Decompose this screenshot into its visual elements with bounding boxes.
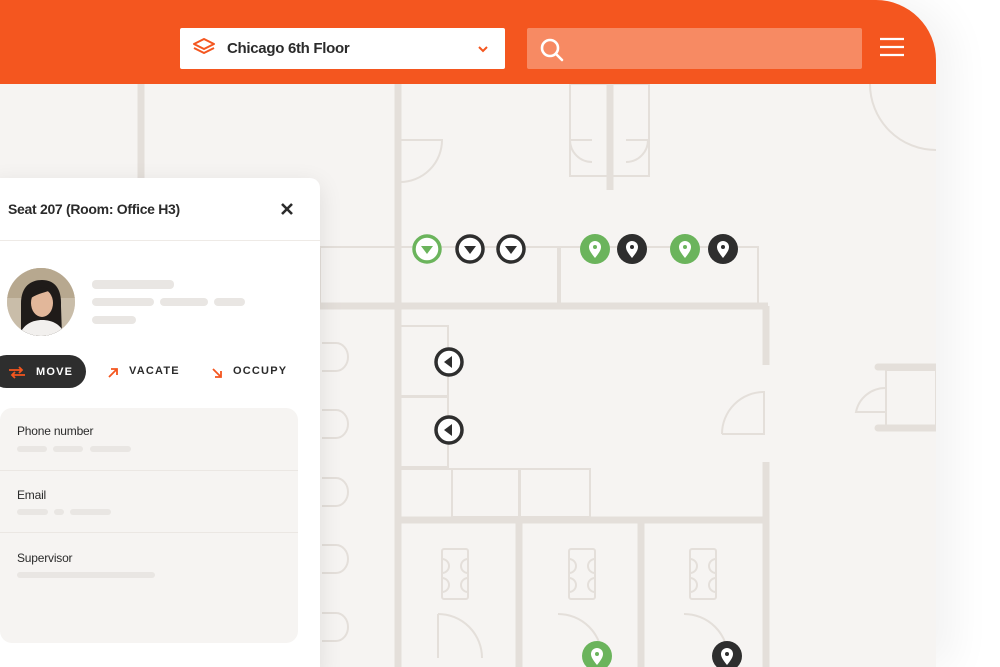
seat-marker-icon[interactable] bbox=[434, 347, 464, 377]
panel-divider bbox=[0, 240, 320, 241]
search-input[interactable] bbox=[527, 28, 862, 69]
detail-placeholder bbox=[160, 298, 208, 306]
field-divider bbox=[0, 470, 298, 471]
seat-marker-icon[interactable] bbox=[434, 415, 464, 445]
detail-placeholder bbox=[214, 298, 245, 306]
phone-number-label: Phone number bbox=[17, 424, 94, 438]
arrow-down-right-icon bbox=[211, 366, 223, 384]
floor-selector[interactable]: Chicago 6th Floor bbox=[180, 28, 505, 69]
phone-number-value bbox=[90, 446, 131, 452]
detail-placeholder bbox=[92, 316, 136, 324]
search-icon[interactable] bbox=[539, 37, 565, 68]
phone-number-value bbox=[17, 446, 47, 452]
seat-marker-icon[interactable] bbox=[670, 234, 700, 264]
contact-info-card: Phone number Email Supervisor bbox=[0, 408, 298, 643]
field-divider bbox=[0, 532, 298, 533]
phone-number-value bbox=[53, 446, 83, 452]
layers-icon bbox=[192, 37, 216, 64]
seat-marker-icon[interactable] bbox=[580, 234, 610, 264]
arrow-up-right-icon bbox=[107, 366, 119, 384]
email-label: Email bbox=[17, 488, 47, 502]
seat-marker-icon[interactable] bbox=[496, 234, 526, 264]
supervisor-value bbox=[17, 572, 155, 578]
hamburger-menu-icon[interactable] bbox=[879, 37, 905, 62]
swap-arrows-icon bbox=[7, 365, 27, 384]
move-button-label: MOVE bbox=[36, 366, 74, 378]
name-placeholder bbox=[92, 280, 174, 289]
seat-marker-icon[interactable] bbox=[582, 641, 612, 667]
seat-marker-icon[interactable] bbox=[617, 234, 647, 264]
move-button[interactable]: MOVE bbox=[0, 355, 86, 388]
occupy-button-label: OCCUPY bbox=[233, 365, 288, 377]
seat-marker-icon[interactable] bbox=[712, 641, 742, 667]
vacate-button[interactable]: VACATE bbox=[107, 365, 187, 381]
occupy-button[interactable]: OCCUPY bbox=[211, 365, 291, 381]
vacate-button-label: VACATE bbox=[129, 365, 180, 377]
supervisor-label: Supervisor bbox=[17, 551, 73, 565]
device-frame: Chicago 6th Floor Seat 207 (Room: Office… bbox=[0, 0, 936, 667]
detail-placeholder bbox=[92, 298, 154, 306]
seat-marker-icon[interactable] bbox=[455, 234, 485, 264]
floor-selector-value: Chicago 6th Floor bbox=[227, 40, 350, 57]
email-value bbox=[17, 509, 48, 515]
top-bar: Chicago 6th Floor bbox=[0, 0, 936, 84]
email-value bbox=[70, 509, 111, 515]
avatar bbox=[7, 268, 75, 336]
close-icon[interactable] bbox=[280, 202, 294, 221]
panel-title: Seat 207 (Room: Office H3) bbox=[8, 201, 180, 217]
chevron-down-icon[interactable] bbox=[477, 41, 489, 59]
seat-marker-icon[interactable] bbox=[412, 234, 442, 264]
seat-detail-panel: Seat 207 (Room: Office H3) MOVE VACATE O… bbox=[0, 178, 320, 667]
seat-marker-icon[interactable] bbox=[708, 234, 738, 264]
email-value bbox=[54, 509, 64, 515]
